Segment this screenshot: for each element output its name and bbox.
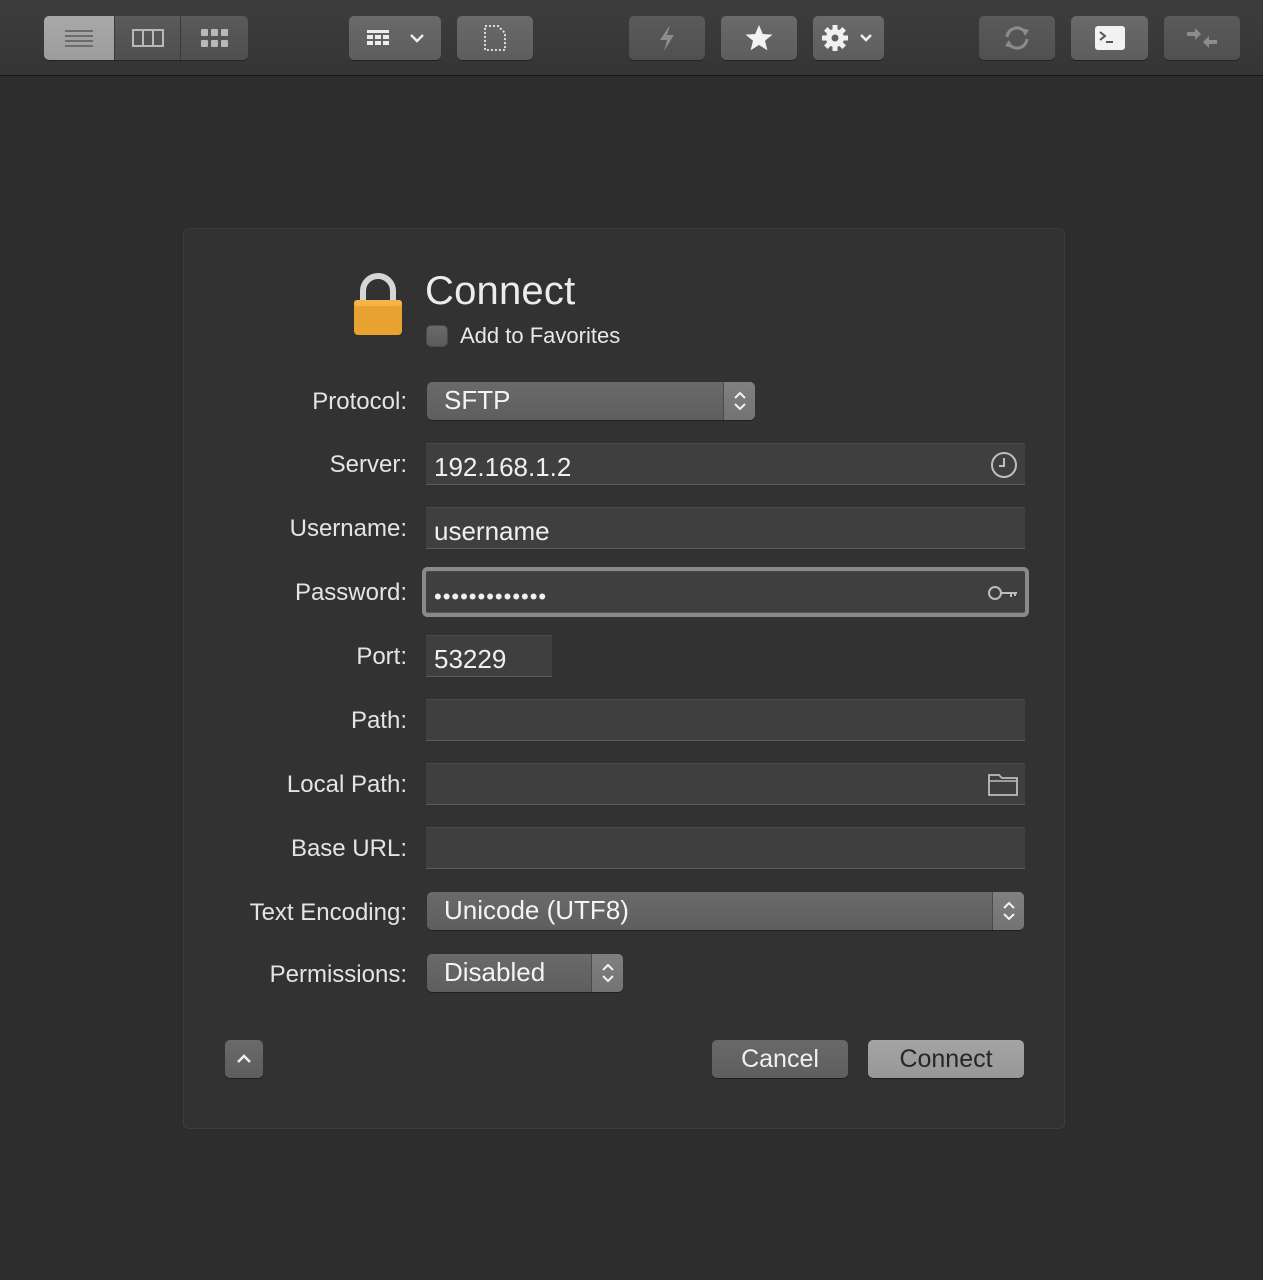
settings-button[interactable] [813, 16, 884, 60]
quick-connect-icon [660, 25, 674, 51]
key-icon[interactable] [987, 578, 1019, 608]
terminal-button[interactable] [1071, 16, 1148, 60]
base-url-label: Base URL: [290, 835, 407, 862]
favorites-button[interactable] [721, 16, 797, 60]
new-file-button[interactable] [457, 16, 533, 60]
protocol-value: SFTP [444, 385, 511, 415]
column-view-button[interactable] [114, 16, 180, 60]
icon-view-icon [200, 29, 228, 47]
protocol-select[interactable]: SFTP [427, 382, 755, 420]
username-label: Username: [289, 515, 407, 542]
history-clock-icon[interactable] [989, 450, 1019, 480]
new-file-icon [484, 25, 506, 51]
chevron-up-icon [237, 1054, 251, 1063]
local-path-input[interactable] [426, 763, 1025, 805]
text-encoding-label: Text Encoding: [249, 899, 407, 926]
favorites-star-icon [745, 25, 773, 51]
chevron-down-icon [410, 34, 424, 43]
protocol-label: Protocol: [312, 388, 407, 415]
refresh-button[interactable] [979, 16, 1055, 60]
add-to-favorites-checkbox[interactable] [426, 325, 448, 347]
password-input[interactable]: ••••••••••••• [426, 571, 1025, 613]
server-label: Server: [329, 451, 407, 478]
folder-icon[interactable] [987, 770, 1019, 798]
path-label: Path: [350, 707, 407, 734]
server-value: 192.168.1.2 [434, 452, 572, 482]
server-input[interactable]: 192.168.1.2 [426, 443, 1025, 485]
settings-gear-icon [821, 25, 872, 51]
terminal-icon [1094, 26, 1125, 50]
username-input[interactable]: username [426, 507, 1025, 549]
updown-arrows-icon [723, 382, 755, 420]
disconnect-button[interactable] [1164, 16, 1240, 60]
permissions-value: Disabled [444, 957, 546, 987]
base-url-input[interactable] [426, 827, 1025, 869]
local-path-label: Local Path: [286, 771, 407, 798]
permissions-label: Permissions: [269, 961, 407, 988]
toolbar [0, 0, 1263, 76]
add-to-favorites-label[interactable]: Add to Favorites [460, 323, 620, 349]
action-menu-icon [367, 30, 424, 45]
column-view-icon [131, 29, 164, 47]
text-encoding-value: Unicode (UTF8) [444, 895, 629, 925]
password-label: Password: [294, 579, 407, 606]
port-label: Port: [356, 643, 407, 670]
view-mode-segmented-control [44, 16, 248, 60]
path-input[interactable] [426, 699, 1025, 741]
chevron-down-icon [859, 34, 872, 42]
port-input[interactable]: 53229 [426, 635, 552, 677]
lock-icon [354, 273, 402, 335]
connect-dialog: Connect Add to Favorites Protocol: SFTP … [183, 228, 1065, 1129]
dialog-title: Connect [425, 269, 576, 313]
add-to-favorites-row: Add to Favorites [426, 323, 620, 349]
list-view-button[interactable] [44, 16, 114, 60]
refresh-icon [1005, 26, 1029, 50]
updown-arrows-icon [591, 954, 623, 992]
quick-connect-button[interactable] [629, 16, 705, 60]
action-menu-button[interactable] [349, 16, 441, 60]
permissions-select[interactable]: Disabled [427, 954, 623, 992]
username-value: username [434, 516, 550, 546]
collapse-options-button[interactable] [225, 1040, 263, 1078]
password-value: ••••••••••••• [434, 584, 548, 609]
disconnect-icon [1187, 28, 1217, 48]
cancel-button[interactable]: Cancel [712, 1040, 848, 1078]
port-value: 53229 [434, 644, 507, 674]
icon-view-button[interactable] [180, 16, 248, 60]
updown-arrows-icon [992, 892, 1024, 930]
list-view-icon [65, 30, 93, 47]
text-encoding-select[interactable]: Unicode (UTF8) [427, 892, 1024, 930]
connect-button[interactable]: Connect [868, 1040, 1024, 1078]
